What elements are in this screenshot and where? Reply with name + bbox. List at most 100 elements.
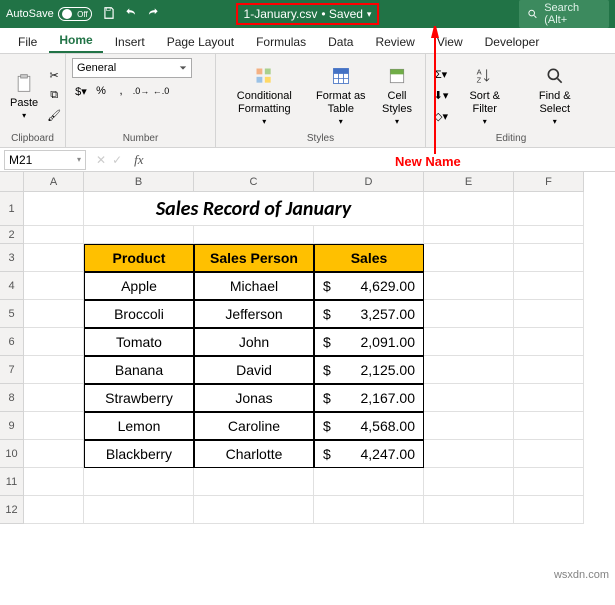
table-cell[interactable]: Banana (84, 356, 194, 384)
cell[interactable] (24, 412, 84, 440)
currency-icon[interactable]: $▾ (72, 82, 90, 100)
format-as-table-button[interactable]: Format as Table▾ (310, 62, 372, 127)
autosave-control[interactable]: AutoSave Off (6, 7, 92, 21)
percent-icon[interactable]: % (92, 82, 110, 100)
col-header[interactable]: E (424, 172, 514, 192)
row-header[interactable]: 8 (0, 384, 24, 412)
col-header[interactable]: B (84, 172, 194, 192)
tab-formulas[interactable]: Formulas (246, 31, 316, 53)
table-cell[interactable]: Charlotte (194, 440, 314, 468)
cell[interactable] (514, 244, 584, 272)
row-header[interactable]: 1 (0, 192, 24, 226)
cell[interactable] (424, 496, 514, 524)
table-cell[interactable]: Strawberry (84, 384, 194, 412)
cell[interactable] (424, 272, 514, 300)
row-header[interactable]: 3 (0, 244, 24, 272)
spreadsheet-grid[interactable]: A B C D E F 1 Sales Record of January 2 … (0, 172, 615, 524)
autosave-toggle[interactable]: Off (58, 7, 92, 21)
cell[interactable] (424, 440, 514, 468)
table-cell[interactable]: Jonas (194, 384, 314, 412)
tab-page-layout[interactable]: Page Layout (157, 31, 244, 53)
cell-styles-button[interactable]: Cell Styles▾ (375, 62, 419, 127)
conditional-formatting-button[interactable]: Conditional Formatting▾ (222, 62, 307, 127)
row-header[interactable]: 9 (0, 412, 24, 440)
cell[interactable] (514, 192, 584, 226)
cell[interactable] (514, 356, 584, 384)
table-cell[interactable]: Lemon (84, 412, 194, 440)
cell[interactable] (24, 496, 84, 524)
cell[interactable] (194, 468, 314, 496)
cell[interactable] (514, 384, 584, 412)
cell[interactable] (424, 192, 514, 226)
search-box[interactable]: Search (Alt+ (519, 0, 609, 28)
cell[interactable] (24, 328, 84, 356)
cut-icon[interactable]: ✂ (45, 66, 63, 84)
table-cell[interactable]: $2,125.00 (314, 356, 424, 384)
row-header[interactable]: 6 (0, 328, 24, 356)
cell[interactable] (424, 226, 514, 244)
comma-icon[interactable]: , (112, 82, 130, 100)
col-header[interactable]: F (514, 172, 584, 192)
cell[interactable] (514, 468, 584, 496)
tab-review[interactable]: Review (365, 31, 424, 53)
enter-icon[interactable]: ✓ (112, 153, 122, 167)
number-format-combo[interactable]: General (72, 58, 192, 78)
table-cell[interactable]: Caroline (194, 412, 314, 440)
cell[interactable] (424, 468, 514, 496)
cell[interactable] (514, 412, 584, 440)
cell[interactable] (24, 384, 84, 412)
table-cell[interactable]: $4,247.00 (314, 440, 424, 468)
cell[interactable] (424, 244, 514, 272)
table-cell[interactable]: Tomato (84, 328, 194, 356)
cell[interactable] (314, 496, 424, 524)
row-header[interactable]: 10 (0, 440, 24, 468)
cell[interactable] (514, 272, 584, 300)
find-select-button[interactable]: Find & Select▾ (519, 62, 590, 127)
cell[interactable] (514, 328, 584, 356)
format-painter-icon[interactable]: 🖌 (45, 106, 63, 124)
cell[interactable] (24, 468, 84, 496)
row-header[interactable]: 7 (0, 356, 24, 384)
cell[interactable] (424, 328, 514, 356)
table-cell[interactable]: $2,091.00 (314, 328, 424, 356)
cell[interactable] (24, 244, 84, 272)
clear-icon[interactable]: ◇▾ (432, 107, 450, 125)
table-cell[interactable]: Jefferson (194, 300, 314, 328)
chevron-down-icon[interactable]: ▾ (367, 9, 372, 20)
tab-file[interactable]: File (8, 31, 47, 53)
cell[interactable] (84, 468, 194, 496)
cell[interactable] (194, 226, 314, 244)
increase-decimal-icon[interactable]: .0→ (132, 82, 150, 100)
fill-icon[interactable]: ⬇▾ (432, 86, 450, 104)
cell[interactable] (514, 226, 584, 244)
save-icon[interactable] (102, 6, 116, 23)
cell[interactable] (424, 384, 514, 412)
cell[interactable] (314, 468, 424, 496)
cell[interactable] (24, 272, 84, 300)
cell[interactable] (24, 192, 84, 226)
autosum-icon[interactable]: Σ▾ (432, 65, 450, 83)
table-cell[interactable]: John (194, 328, 314, 356)
table-cell[interactable]: Blackberry (84, 440, 194, 468)
col-header[interactable]: A (24, 172, 84, 192)
cell[interactable] (24, 440, 84, 468)
cell[interactable] (24, 300, 84, 328)
cell[interactable] (84, 496, 194, 524)
table-cell[interactable]: Broccoli (84, 300, 194, 328)
cell[interactable] (514, 496, 584, 524)
cell[interactable] (24, 356, 84, 384)
tab-insert[interactable]: Insert (105, 31, 155, 53)
row-header[interactable]: 12 (0, 496, 24, 524)
table-cell[interactable]: Michael (194, 272, 314, 300)
col-header[interactable]: D (314, 172, 424, 192)
row-header[interactable]: 11 (0, 468, 24, 496)
cell[interactable] (194, 496, 314, 524)
name-box[interactable]: M21▾ (4, 150, 86, 170)
cell[interactable] (314, 226, 424, 244)
cell[interactable] (514, 300, 584, 328)
row-header[interactable]: 4 (0, 272, 24, 300)
select-all-corner[interactable] (0, 172, 24, 192)
col-header[interactable]: C (194, 172, 314, 192)
table-cell[interactable]: $2,167.00 (314, 384, 424, 412)
tab-developer[interactable]: Developer (475, 31, 550, 53)
